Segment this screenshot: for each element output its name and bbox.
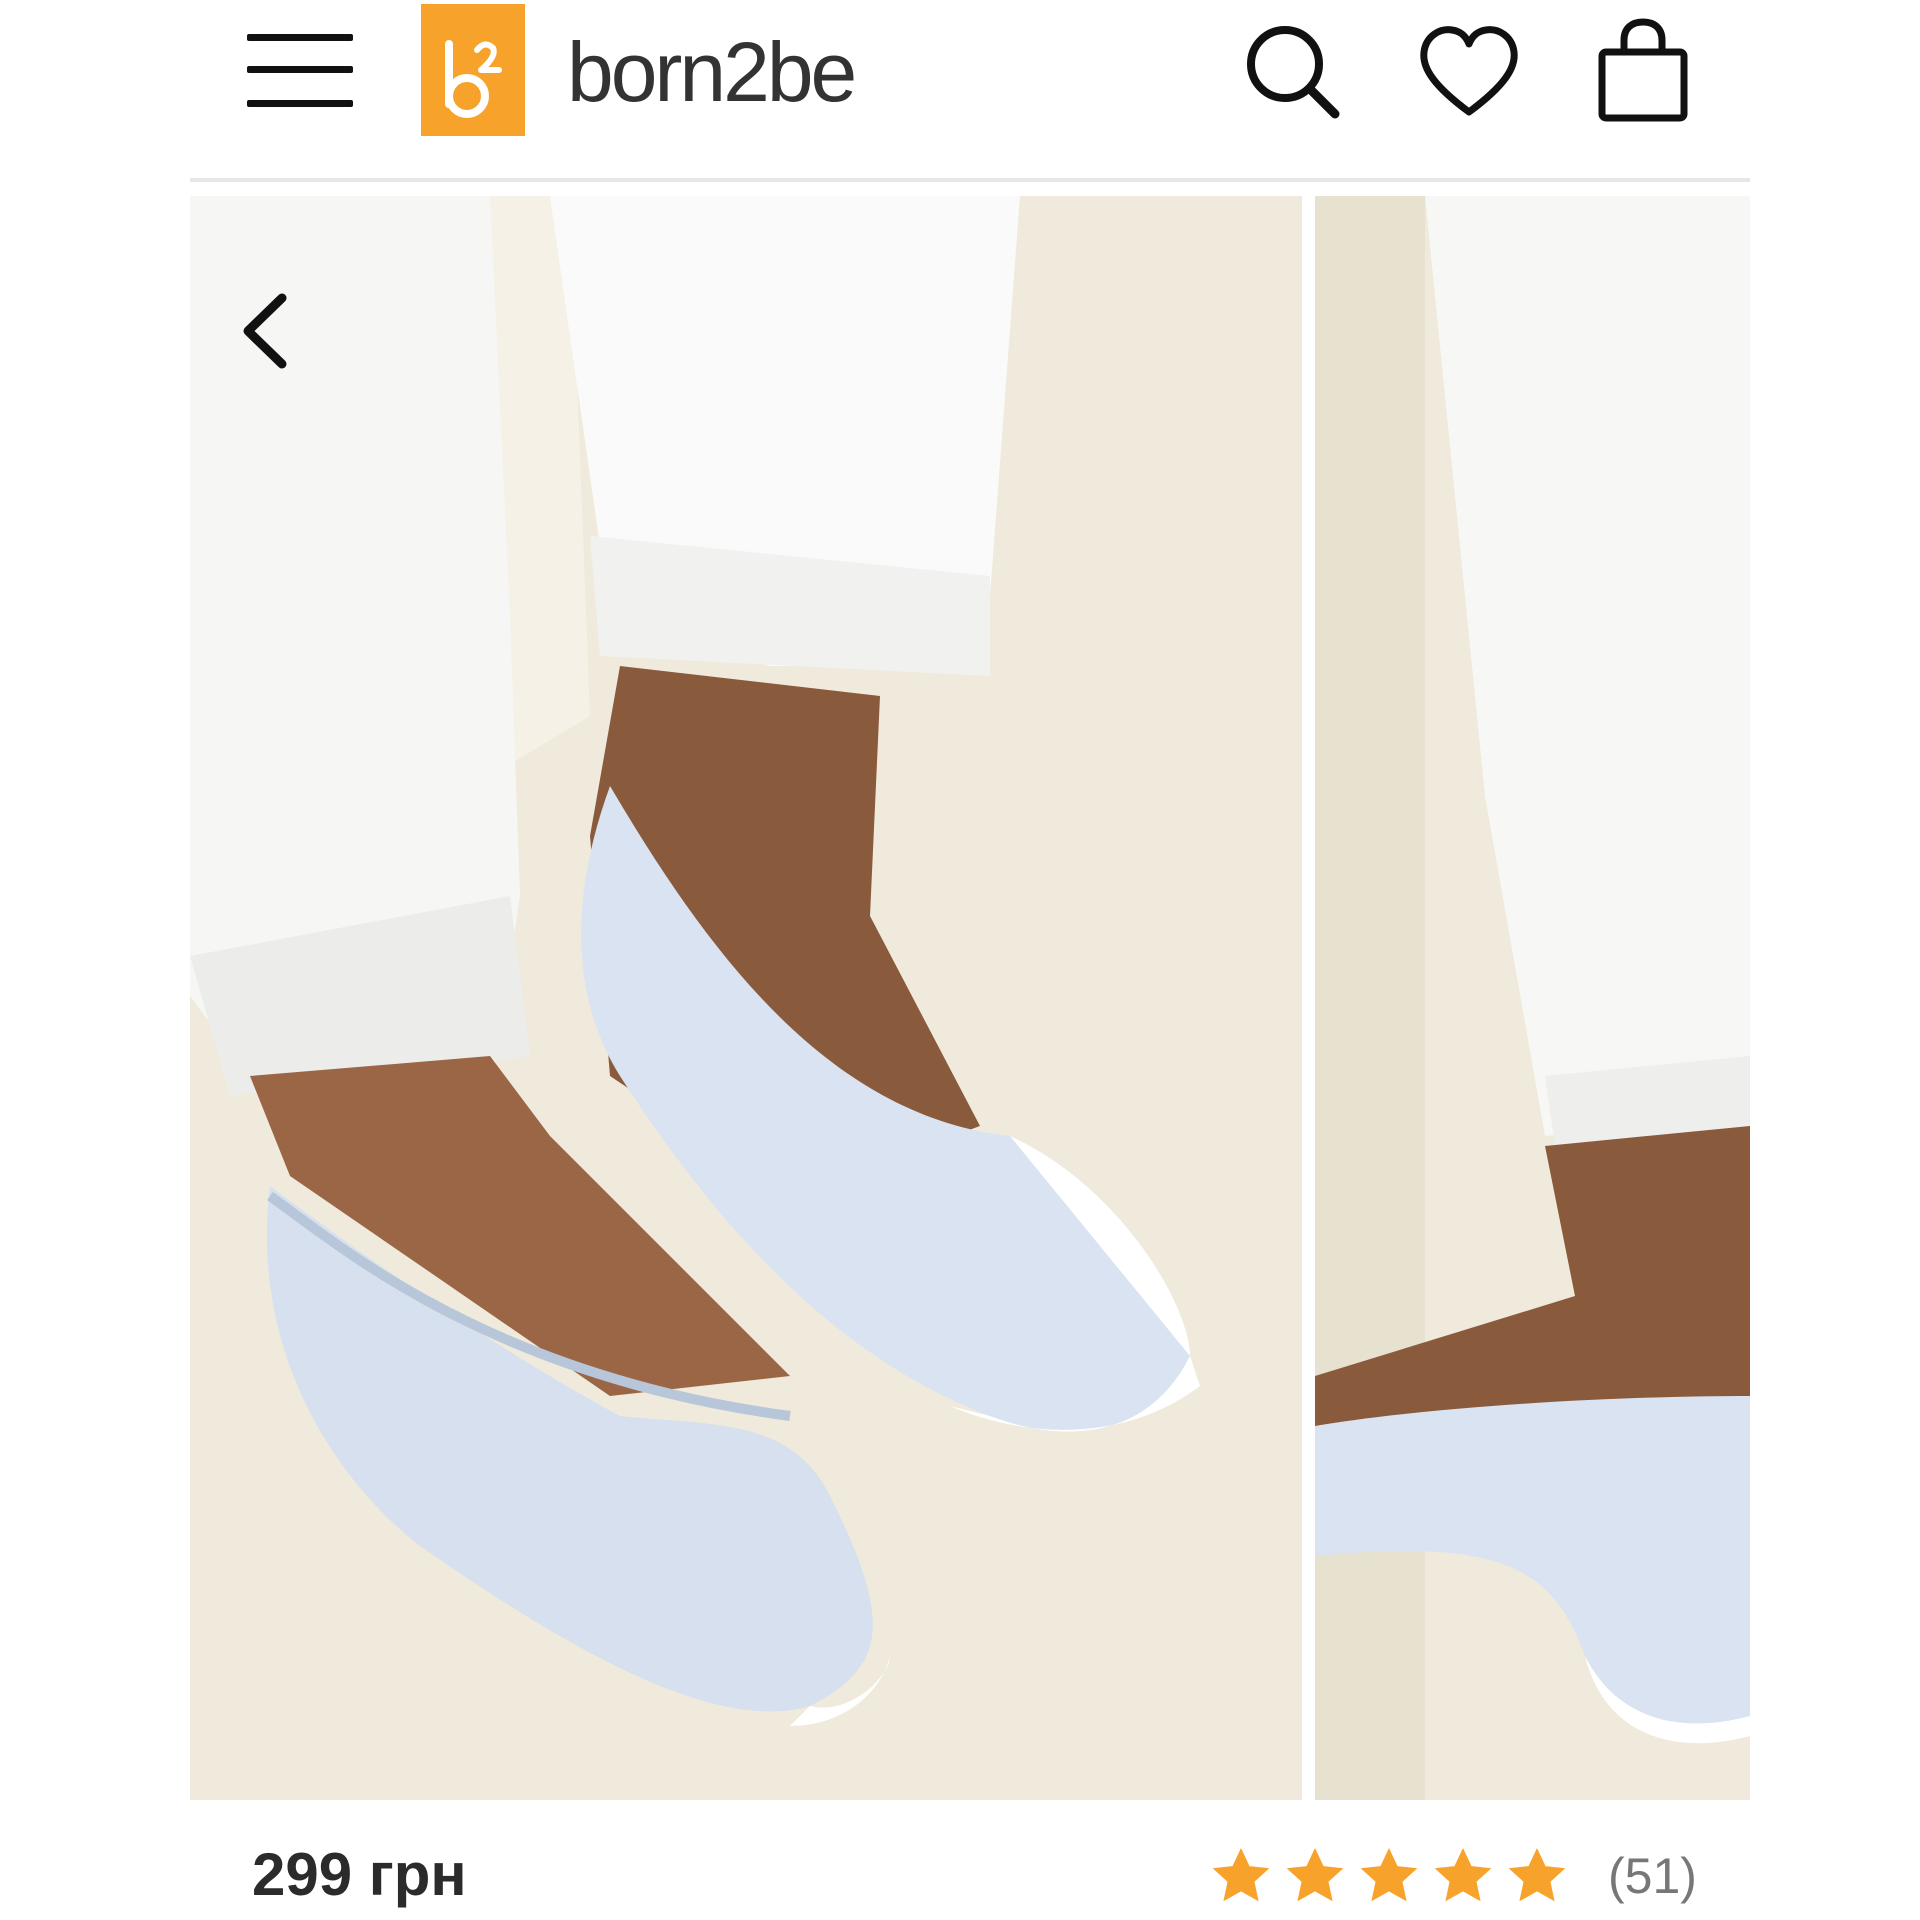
shopping-bag-icon[interactable] bbox=[1588, 16, 1698, 126]
product-image-1[interactable] bbox=[190, 196, 1302, 1800]
star-icon bbox=[1212, 1847, 1270, 1902]
chevron-left-icon[interactable] bbox=[230, 286, 310, 376]
product-rating[interactable]: (51) bbox=[1208, 1838, 1697, 1914]
product-image-gallery[interactable] bbox=[190, 196, 1750, 1800]
star-icon bbox=[1508, 1847, 1566, 1902]
star-icon bbox=[1286, 1847, 1344, 1902]
heart-icon[interactable] bbox=[1414, 16, 1524, 126]
app-header: born2be bbox=[0, 0, 1920, 180]
search-icon[interactable] bbox=[1237, 16, 1347, 126]
star-icon bbox=[1434, 1847, 1492, 1902]
header-divider bbox=[190, 178, 1750, 182]
star-icon bbox=[1360, 1847, 1418, 1902]
brand-logo[interactable] bbox=[421, 4, 525, 136]
menu-icon[interactable] bbox=[245, 28, 357, 112]
review-count[interactable]: (51) bbox=[1608, 1847, 1697, 1905]
product-price: 299 грн bbox=[252, 1841, 467, 1908]
product-image-2[interactable] bbox=[1315, 196, 1750, 1800]
brand-name[interactable]: born2be bbox=[567, 22, 857, 122]
